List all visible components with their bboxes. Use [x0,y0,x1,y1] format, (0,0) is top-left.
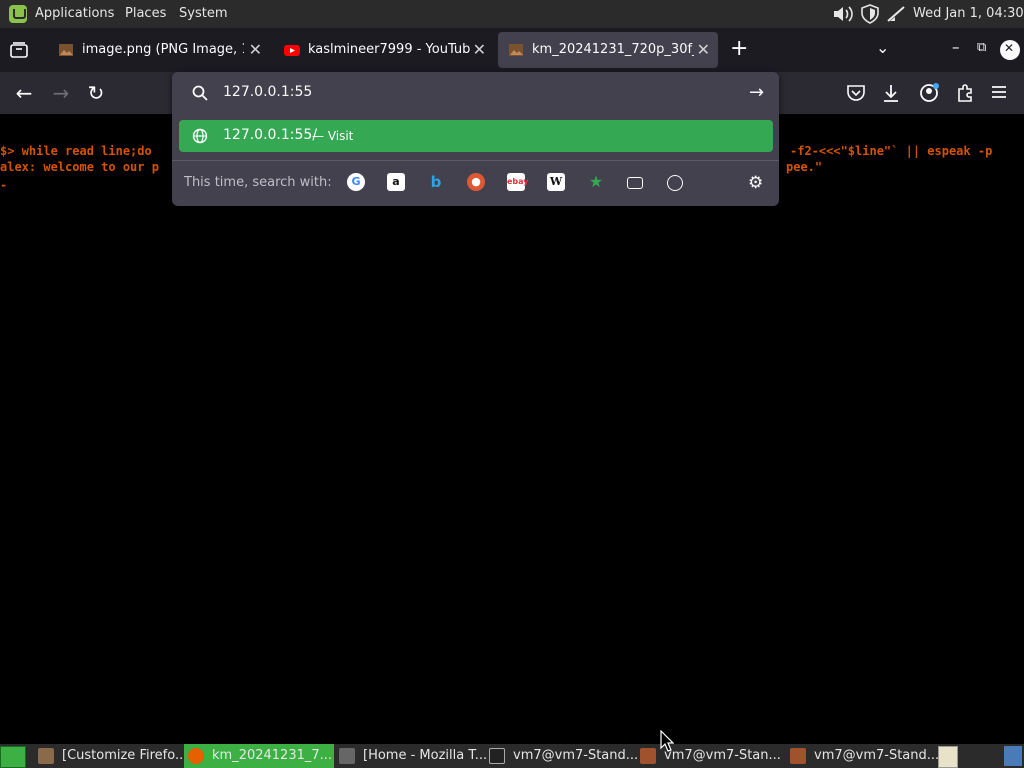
youtube-icon [284,45,300,56]
tab-title: kaslmineer7999 - YouTube [308,42,470,57]
taskbar-item[interactable]: [Home - Mozilla T... [335,744,488,768]
show-desktop-button[interactable] [0,746,26,768]
taskbar-item-label: [Home - Mozilla T... [363,748,488,763]
clock[interactable]: Wed Jan 1, 04:30 [913,6,1024,21]
taskbar-item-active[interactable]: km_20241231_7... [184,744,334,768]
history-icon[interactable] [667,175,683,191]
url-value[interactable]: 127.0.0.1:55 [223,84,312,100]
bing-icon[interactable]: b [427,173,445,191]
shield-icon[interactable] [860,4,880,24]
google-icon[interactable]: G [347,173,365,191]
gear-icon[interactable]: ⚙ [748,173,763,193]
window-close-button[interactable] [1000,40,1020,60]
terminal-line: pee." [786,160,823,174]
terminal-line: alex: welcome to our p [0,160,159,174]
tab-strip: image.png (PNG Image, 118 ✕ kaslmineer79… [0,28,1024,72]
terminal-line: -f2-<<<"$line"` || espeak -p [790,144,993,158]
terminal-cursor: - [0,178,8,192]
extensions-icon[interactable] [955,83,975,103]
taskbar-item[interactable]: vm7@vm7-Stan... [636,744,786,768]
taskbar-item-label: vm7@vm7-Stan... [664,748,781,763]
network-icon[interactable] [886,5,906,23]
firefox-view-icon[interactable] [8,40,30,60]
maximize-button[interactable]: ⧉ [977,40,986,55]
menu-system[interactable]: System [179,6,227,21]
tab-close-icon[interactable]: ✕ [697,40,710,59]
urlbar-popup: 127.0.0.1:55 → 127.0.0.1:55/ — Visit Thi… [172,72,779,206]
tab-km-video[interactable]: km_20241231_720p_30f_2 ✕ [498,32,718,68]
search-icon [192,85,208,101]
firefox-icon [188,748,204,764]
amazon-icon[interactable]: a [387,173,405,191]
url-input[interactable]: 127.0.0.1:55 → [172,72,779,114]
bookmarks-icon[interactable]: ★ [587,173,605,191]
top-panel: Applications Places System Wed Jan 1, 04… [0,0,1024,28]
menu-applications[interactable]: Applications [35,6,114,21]
taskbar-item-label: km_20241231_7... [212,748,333,763]
taskbar-item[interactable]: vm7@vm7-Stand... [485,744,639,768]
taskbar-item-label: vm7@vm7-Stand... [513,748,639,763]
terminal-icon [489,748,505,764]
taskbar-item[interactable]: [Customize Firefo... [34,744,188,768]
chevron-down-icon[interactable]: ⌄ [876,38,889,57]
menu-places[interactable]: Places [125,6,166,21]
search-with-label: This time, search with: [184,175,332,190]
search-engine-bar: This time, search with: G a b ● ebay W ★… [172,160,779,207]
taskbar-item[interactable]: vm7@vm7-Stand... [786,744,940,768]
url-suggestion[interactable]: 127.0.0.1:55/ — Visit [179,120,773,152]
globe-icon [192,128,208,144]
mouse-cursor-icon [660,730,674,752]
new-tab-button[interactable]: + [730,36,748,61]
pocket-icon[interactable] [846,84,866,102]
image-icon [59,44,73,56]
tabs-icon[interactable] [627,177,643,189]
terminal-icon [790,748,806,764]
account-icon[interactable] [918,82,940,104]
suggestion-action: — Visit [312,129,354,143]
tab-close-icon[interactable]: ✕ [473,40,486,59]
suggestion-url: 127.0.0.1:55/ [223,127,318,143]
tab-title: km_20241231_720p_30f_2 [532,42,694,57]
tab-title: image.png (PNG Image, 118 [82,42,244,57]
back-button[interactable]: ← [11,80,37,106]
window-icon [339,748,355,764]
reload-button[interactable]: ↻ [83,80,109,106]
terminal-line: $> while read line;do [0,144,152,158]
ebay-icon[interactable]: ebay [507,173,529,191]
terminal-icon [640,748,656,764]
notes-icon[interactable] [938,746,958,768]
mint-menu-icon[interactable] [9,5,27,23]
go-arrow-icon[interactable]: → [749,82,764,103]
hamburger-menu-icon[interactable] [990,84,1008,100]
workspace-icon[interactable] [1004,746,1022,766]
taskbar-item-label: [Customize Firefo... [62,748,188,763]
tab-close-icon[interactable]: ✕ [249,40,262,59]
duckduckgo-icon[interactable]: ● [467,173,485,191]
tab-youtube[interactable]: kaslmineer7999 - YouTube ✕ [274,32,494,68]
download-icon[interactable] [882,83,900,103]
taskbar: [Customize Firefo... km_20241231_7... [H… [0,744,1024,768]
wikipedia-icon[interactable]: W [547,173,565,191]
image-icon [509,44,523,56]
image-icon [38,748,54,764]
minimize-button[interactable]: – [952,38,960,56]
tab-image-png[interactable]: image.png (PNG Image, 118 ✕ [48,32,270,68]
volume-icon[interactable] [832,5,856,23]
taskbar-item-label: vm7@vm7-Stand... [814,748,940,763]
forward-button[interactable]: → [48,80,74,106]
